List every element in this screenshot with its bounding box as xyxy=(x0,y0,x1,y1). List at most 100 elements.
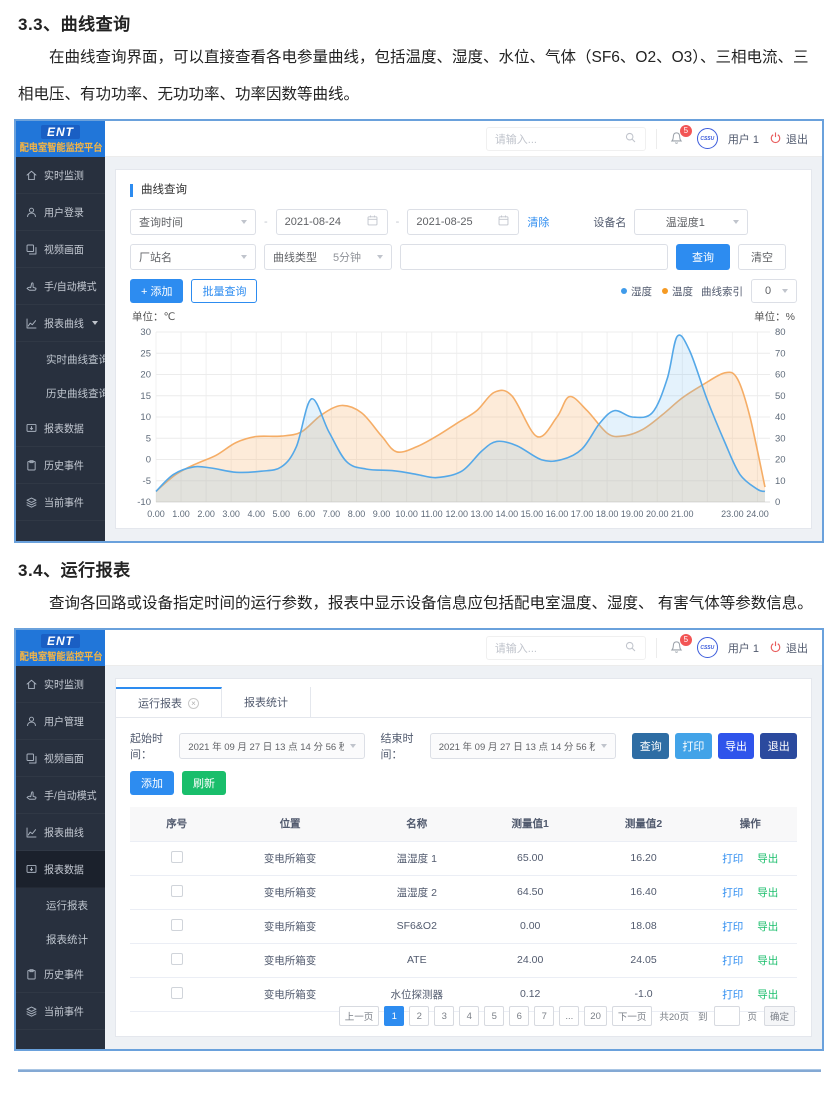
sidebar-subitem[interactable]: 历史曲线查询 xyxy=(16,376,105,410)
sidebar-item[interactable]: 实时监测 xyxy=(16,157,105,194)
row-export-link[interactable]: 导出 xyxy=(757,919,778,934)
add-button[interactable]: 添加 xyxy=(130,771,174,795)
page-number[interactable]: 5 xyxy=(484,1006,504,1026)
sidebar-item[interactable]: 报表曲线 xyxy=(16,305,105,342)
row-checkbox[interactable] xyxy=(171,987,183,999)
legend-item[interactable]: 湿度 xyxy=(621,284,652,299)
sidebar-item[interactable]: 用户登录 xyxy=(16,194,105,231)
sidebar-subitem[interactable]: 实时曲线查询 xyxy=(16,342,105,376)
row-export-link[interactable]: 导出 xyxy=(757,953,778,968)
row-checkbox[interactable] xyxy=(171,919,183,931)
sidebar-item[interactable]: 报表曲线 xyxy=(16,814,105,851)
pagination-prev[interactable]: 上一页 xyxy=(339,1006,380,1026)
query-button[interactable]: 查询 xyxy=(676,244,730,270)
row-checkbox[interactable] xyxy=(171,851,183,863)
page-number[interactable]: ... xyxy=(559,1006,579,1026)
add-button[interactable]: + 添加 xyxy=(130,279,183,303)
sidebar-item[interactable]: 手/自动模式 xyxy=(16,777,105,814)
row-checkbox[interactable] xyxy=(171,885,183,897)
tab-report-statistics[interactable]: 报表统计 xyxy=(222,687,311,717)
date-to-input[interactable]: 2021-08-25 xyxy=(407,209,519,235)
page-number[interactable]: 3 xyxy=(434,1006,454,1026)
sidebar-item[interactable]: 实时监测 xyxy=(16,666,105,703)
sidebar-subitem[interactable]: 运行报表 xyxy=(16,888,105,922)
sidebar-subitem[interactable]: 报表统计 xyxy=(16,922,105,956)
pagination-goto-input[interactable] xyxy=(714,1006,740,1026)
platform-title: 配电室智能监控平台 xyxy=(19,139,102,154)
cell-value1: 24.00 xyxy=(477,943,584,977)
search-icon[interactable] xyxy=(624,131,637,147)
refresh-button[interactable]: 刷新 xyxy=(182,771,226,795)
avatar[interactable]: CSSU xyxy=(697,637,718,658)
series-fill-湿度 xyxy=(156,335,765,502)
row-export-link[interactable]: 导出 xyxy=(757,851,778,866)
station-select[interactable]: 厂站名 xyxy=(130,244,256,270)
close-icon[interactable] xyxy=(188,698,199,709)
page-number[interactable]: 1 xyxy=(384,1006,404,1026)
section-3-4-heading: 3.4、运行报表 xyxy=(18,556,821,581)
sidebar-item[interactable]: 报表数据 xyxy=(16,410,105,447)
row-print-link[interactable]: 打印 xyxy=(722,919,743,934)
page-number[interactable]: 6 xyxy=(509,1006,529,1026)
x-axis-tick: 16.00 xyxy=(546,509,569,519)
row-export-link[interactable]: 导出 xyxy=(757,987,778,1002)
search-input[interactable]: 请输入... xyxy=(486,127,646,151)
row-print-link[interactable]: 打印 xyxy=(722,987,743,1002)
sidebar-item[interactable]: 当前事件 xyxy=(16,993,105,1030)
chevron-down-icon xyxy=(782,289,788,293)
sidebar-item[interactable]: 视频画面 xyxy=(16,231,105,268)
pagination-confirm-button[interactable]: 确定 xyxy=(764,1006,795,1026)
empty-button[interactable]: 清空 xyxy=(738,244,786,270)
logout-button[interactable]: 退出 xyxy=(769,640,808,656)
cell-location: 变电所箱变 xyxy=(223,943,356,977)
curve-index-select[interactable]: 0 xyxy=(751,279,797,303)
search-input[interactable]: 请输入... xyxy=(486,636,646,660)
exit-button[interactable]: 退出 xyxy=(760,733,797,759)
logout-button[interactable]: 退出 xyxy=(769,131,808,147)
sidebar-item[interactable]: 当前事件 xyxy=(16,484,105,521)
batch-query-button[interactable]: 批量查询 xyxy=(191,279,257,303)
print-button[interactable]: 打印 xyxy=(675,733,712,759)
sidebar-item[interactable]: 手/自动模式 xyxy=(16,268,105,305)
query-button[interactable]: 查询 xyxy=(632,733,669,759)
row-print-link[interactable]: 打印 xyxy=(722,953,743,968)
query-time-select[interactable]: 查询时间 xyxy=(130,209,256,235)
sidebar-item[interactable]: 视频画面 xyxy=(16,740,105,777)
row-print-link[interactable]: 打印 xyxy=(722,851,743,866)
search-icon[interactable] xyxy=(624,640,637,656)
page-number[interactable]: 2 xyxy=(409,1006,429,1026)
legend-item[interactable]: 温度 xyxy=(662,284,693,299)
sidebar-item[interactable]: 历史事件 xyxy=(16,447,105,484)
export-button[interactable]: 导出 xyxy=(718,733,755,759)
x-axis-tick: 17.00 xyxy=(571,509,594,519)
date-from-input[interactable]: 2021-08-24 xyxy=(276,209,388,235)
sidebar-item-label: 报表曲线 xyxy=(44,316,84,331)
sidebar-item[interactable]: 用户管理 xyxy=(16,703,105,740)
row-print-link[interactable]: 打印 xyxy=(722,885,743,900)
row-export-link[interactable]: 导出 xyxy=(757,885,778,900)
layers-icon xyxy=(25,496,38,509)
sidebar-item[interactable]: 报表数据 xyxy=(16,851,105,888)
clear-dates-link[interactable]: 清除 xyxy=(527,214,549,230)
page-number[interactable]: 20 xyxy=(584,1006,607,1026)
pagination-next[interactable]: 下一页 xyxy=(612,1006,653,1026)
end-time-select[interactable]: 2021 年 09 月 27 日 13 点 14 分 56 秒 xyxy=(430,733,616,759)
page-number[interactable]: 7 xyxy=(534,1006,554,1026)
page-number[interactable]: 4 xyxy=(459,1006,479,1026)
sidebar-item[interactable]: 历史事件 xyxy=(16,956,105,993)
device-select[interactable]: 温湿度1 xyxy=(634,209,748,235)
sidebar-item-label: 报表曲线 xyxy=(44,825,84,840)
app-header: ENT 配电室智能监控平台 请输入... 5 CSSU 用户 1 退出 xyxy=(16,121,822,157)
user-icon xyxy=(25,715,38,728)
y-axis-right-tick: 30 xyxy=(775,433,786,444)
notification-bell-icon[interactable]: 5 xyxy=(667,129,687,149)
sidebar-item-label: 用户登录 xyxy=(44,205,84,220)
row-checkbox[interactable] xyxy=(171,953,183,965)
curve-type-select[interactable]: 曲线类型 5分钟 xyxy=(264,244,392,270)
notification-bell-icon[interactable]: 5 xyxy=(667,638,687,658)
avatar[interactable]: CSSU xyxy=(697,128,718,149)
curve-search-input[interactable] xyxy=(400,244,668,270)
report-screenshot: ENT 配电室智能监控平台 请输入... 5 CSSU 用户 1 退出 实时监测… xyxy=(14,628,824,1051)
start-time-select[interactable]: 2021 年 09 月 27 日 13 点 14 分 56 秒 xyxy=(179,733,365,759)
tab-operation-report[interactable]: 运行报表 xyxy=(116,687,222,717)
